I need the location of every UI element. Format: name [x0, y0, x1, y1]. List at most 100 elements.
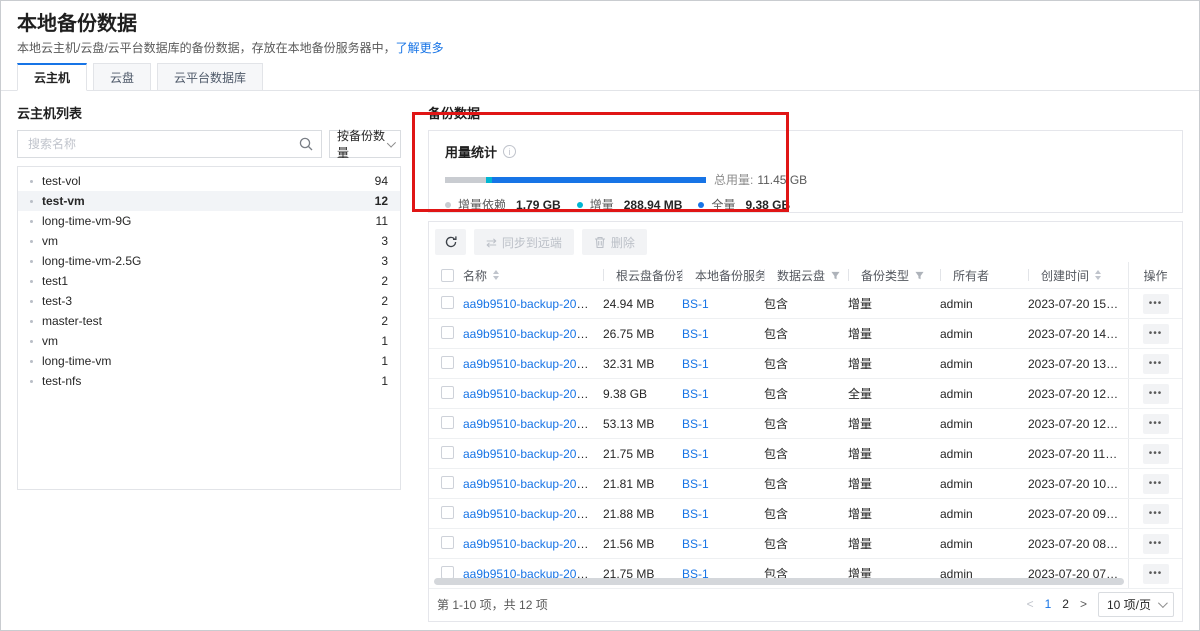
vm-list-item[interactable]: vm 3	[18, 231, 400, 251]
backup-server-link[interactable]: BS-1	[682, 417, 709, 431]
backup-name-link[interactable]: aa9b9510-backup-2023-07-...	[463, 387, 603, 401]
backup-size-cell: 24.94 MB	[603, 297, 682, 311]
page-number[interactable]: 2	[1062, 597, 1069, 611]
col-name[interactable]: 名称	[463, 262, 603, 288]
row-actions-button[interactable]: •••	[1143, 354, 1169, 374]
backup-server-cell: BS-1	[682, 387, 764, 401]
owner-cell: admin	[940, 537, 1028, 551]
row-actions-button[interactable]: •••	[1143, 324, 1169, 344]
backup-name-link[interactable]: aa9b9510-backup-2023-07-...	[463, 447, 603, 461]
tab-vm[interactable]: 云主机	[17, 63, 87, 91]
select-all-checkbox[interactable]	[441, 269, 454, 282]
info-icon[interactable]: i	[503, 145, 516, 158]
backup-name-link[interactable]: aa9b9510-backup-2023-07-...	[463, 477, 603, 491]
vm-backup-count: 11	[376, 214, 388, 228]
backup-name-link[interactable]: aa9b9510-backup-2023-07-...	[463, 507, 603, 521]
sort-dropdown-value: 按备份数量	[337, 127, 387, 161]
row-checkbox[interactable]	[441, 476, 454, 489]
table-body: aa9b9510-backup-2023-07-... 24.94 MB BS-…	[429, 289, 1182, 589]
backup-server-link[interactable]: BS-1	[682, 297, 709, 311]
vm-name: long-time-vm-2.5G	[42, 254, 141, 268]
prev-page-arrow[interactable]: <	[1027, 597, 1034, 611]
backup-server-link[interactable]: BS-1	[682, 327, 709, 341]
backup-server-link[interactable]: BS-1	[682, 507, 709, 521]
vm-list-item[interactable]: long-time-vm-9G 11	[18, 211, 400, 231]
row-checkbox[interactable]	[441, 536, 454, 549]
tab-volume[interactable]: 云盘	[93, 63, 151, 91]
data-volume-cell: 包含	[764, 445, 848, 462]
col-type[interactable]: 备份类型	[848, 262, 940, 288]
sort-dropdown[interactable]: 按备份数量	[329, 130, 401, 158]
tab-bar: 云主机 云盘 云平台数据库	[1, 63, 1199, 91]
learn-more-link[interactable]: 了解更多	[396, 41, 444, 55]
vm-list-item[interactable]: test1 2	[18, 271, 400, 291]
page-size-select[interactable]: 10 项/页	[1098, 592, 1174, 617]
backup-server-link[interactable]: BS-1	[682, 447, 709, 461]
backup-name-cell: aa9b9510-backup-2023-07-...	[463, 417, 603, 431]
row-actions-button[interactable]: •••	[1143, 564, 1169, 584]
col-data-volume[interactable]: 数据云盘	[764, 262, 848, 288]
row-checkbox[interactable]	[441, 506, 454, 519]
row-actions-button[interactable]: •••	[1143, 444, 1169, 464]
row-actions-button[interactable]: •••	[1143, 384, 1169, 404]
vm-name: long-time-vm	[42, 354, 111, 368]
vm-name: test1	[42, 274, 68, 288]
search-input[interactable]	[17, 130, 322, 158]
row-checkbox[interactable]	[441, 326, 454, 339]
table-toolbar: ⇄ 同步到远端 删除	[429, 222, 1182, 262]
backup-server-link[interactable]: BS-1	[682, 537, 709, 551]
vm-list-item[interactable]: test-3 2	[18, 291, 400, 311]
row-checkbox[interactable]	[441, 566, 454, 579]
legend-label: 增量	[590, 196, 614, 213]
row-actions-button[interactable]: •••	[1143, 294, 1169, 314]
tab-database[interactable]: 云平台数据库	[157, 63, 263, 91]
vm-list-item[interactable]: long-time-vm 1	[18, 351, 400, 371]
horizontal-scrollbar[interactable]	[434, 578, 1124, 585]
row-checkbox[interactable]	[441, 356, 454, 369]
backup-size-cell: 53.13 MB	[603, 417, 682, 431]
sync-remote-button[interactable]: ⇄ 同步到远端	[474, 229, 574, 255]
backup-name-link[interactable]: aa9b9510-backup-2023-07-...	[463, 537, 603, 551]
subtitle-text: 本地云主机/云盘/云平台数据库的备份数据，存放在本地备份服务器中，	[17, 41, 396, 55]
row-checkbox-cell	[429, 296, 463, 312]
refresh-button[interactable]	[435, 229, 466, 255]
page-number[interactable]: 1	[1045, 597, 1052, 611]
row-actions-button[interactable]: •••	[1143, 504, 1169, 524]
vm-list-item[interactable]: test-vm 12	[18, 191, 400, 211]
vm-list-item[interactable]: master-test 2	[18, 311, 400, 331]
backup-server-link[interactable]: BS-1	[682, 357, 709, 371]
backup-server-cell: BS-1	[682, 327, 764, 341]
backup-server-link[interactable]: BS-1	[682, 387, 709, 401]
row-actions-button[interactable]: •••	[1143, 534, 1169, 554]
next-page-arrow[interactable]: >	[1080, 597, 1087, 611]
backup-name-cell: aa9b9510-backup-2023-07-...	[463, 357, 603, 371]
vm-name: vm	[42, 234, 58, 248]
vm-list-item[interactable]: test-vol 94	[18, 171, 400, 191]
row-checkbox[interactable]	[441, 416, 454, 429]
data-volume-cell: 包含	[764, 385, 848, 402]
table-row: aa9b9510-backup-2023-07-... 53.13 MB BS-…	[429, 409, 1182, 439]
table-row: aa9b9510-backup-2023-07-... 9.38 GB BS-1…	[429, 379, 1182, 409]
chevron-down-icon	[387, 138, 396, 147]
backup-name-link[interactable]: aa9b9510-backup-2023-07-...	[463, 327, 603, 341]
col-created[interactable]: 创建时间	[1028, 262, 1128, 288]
vm-list-item[interactable]: long-time-vm-2.5G 3	[18, 251, 400, 271]
row-checkbox[interactable]	[441, 446, 454, 459]
vm-name: test-3	[42, 294, 72, 308]
row-checkbox[interactable]	[441, 296, 454, 309]
row-actions-button[interactable]: •••	[1143, 414, 1169, 434]
vm-list-item[interactable]: vm 1	[18, 331, 400, 351]
backup-table-card: ⇄ 同步到远端 删除 名称 根云盘备份容量 本地备份服务器 数据	[428, 221, 1183, 622]
vm-list-item[interactable]: test-nfs 1	[18, 371, 400, 391]
table-row: aa9b9510-backup-2023-07-... 21.75 MB BS-…	[429, 439, 1182, 469]
col-size[interactable]: 根云盘备份容量	[603, 262, 682, 288]
backup-server-link[interactable]: BS-1	[682, 477, 709, 491]
backup-size-cell: 21.75 MB	[603, 447, 682, 461]
actions-cell: •••	[1128, 379, 1182, 408]
backup-name-link[interactable]: aa9b9510-backup-2023-07-...	[463, 417, 603, 431]
row-actions-button[interactable]: •••	[1143, 474, 1169, 494]
delete-button[interactable]: 删除	[582, 229, 647, 255]
row-checkbox[interactable]	[441, 386, 454, 399]
backup-name-link[interactable]: aa9b9510-backup-2023-07-...	[463, 357, 603, 371]
backup-name-link[interactable]: aa9b9510-backup-2023-07-...	[463, 297, 603, 311]
